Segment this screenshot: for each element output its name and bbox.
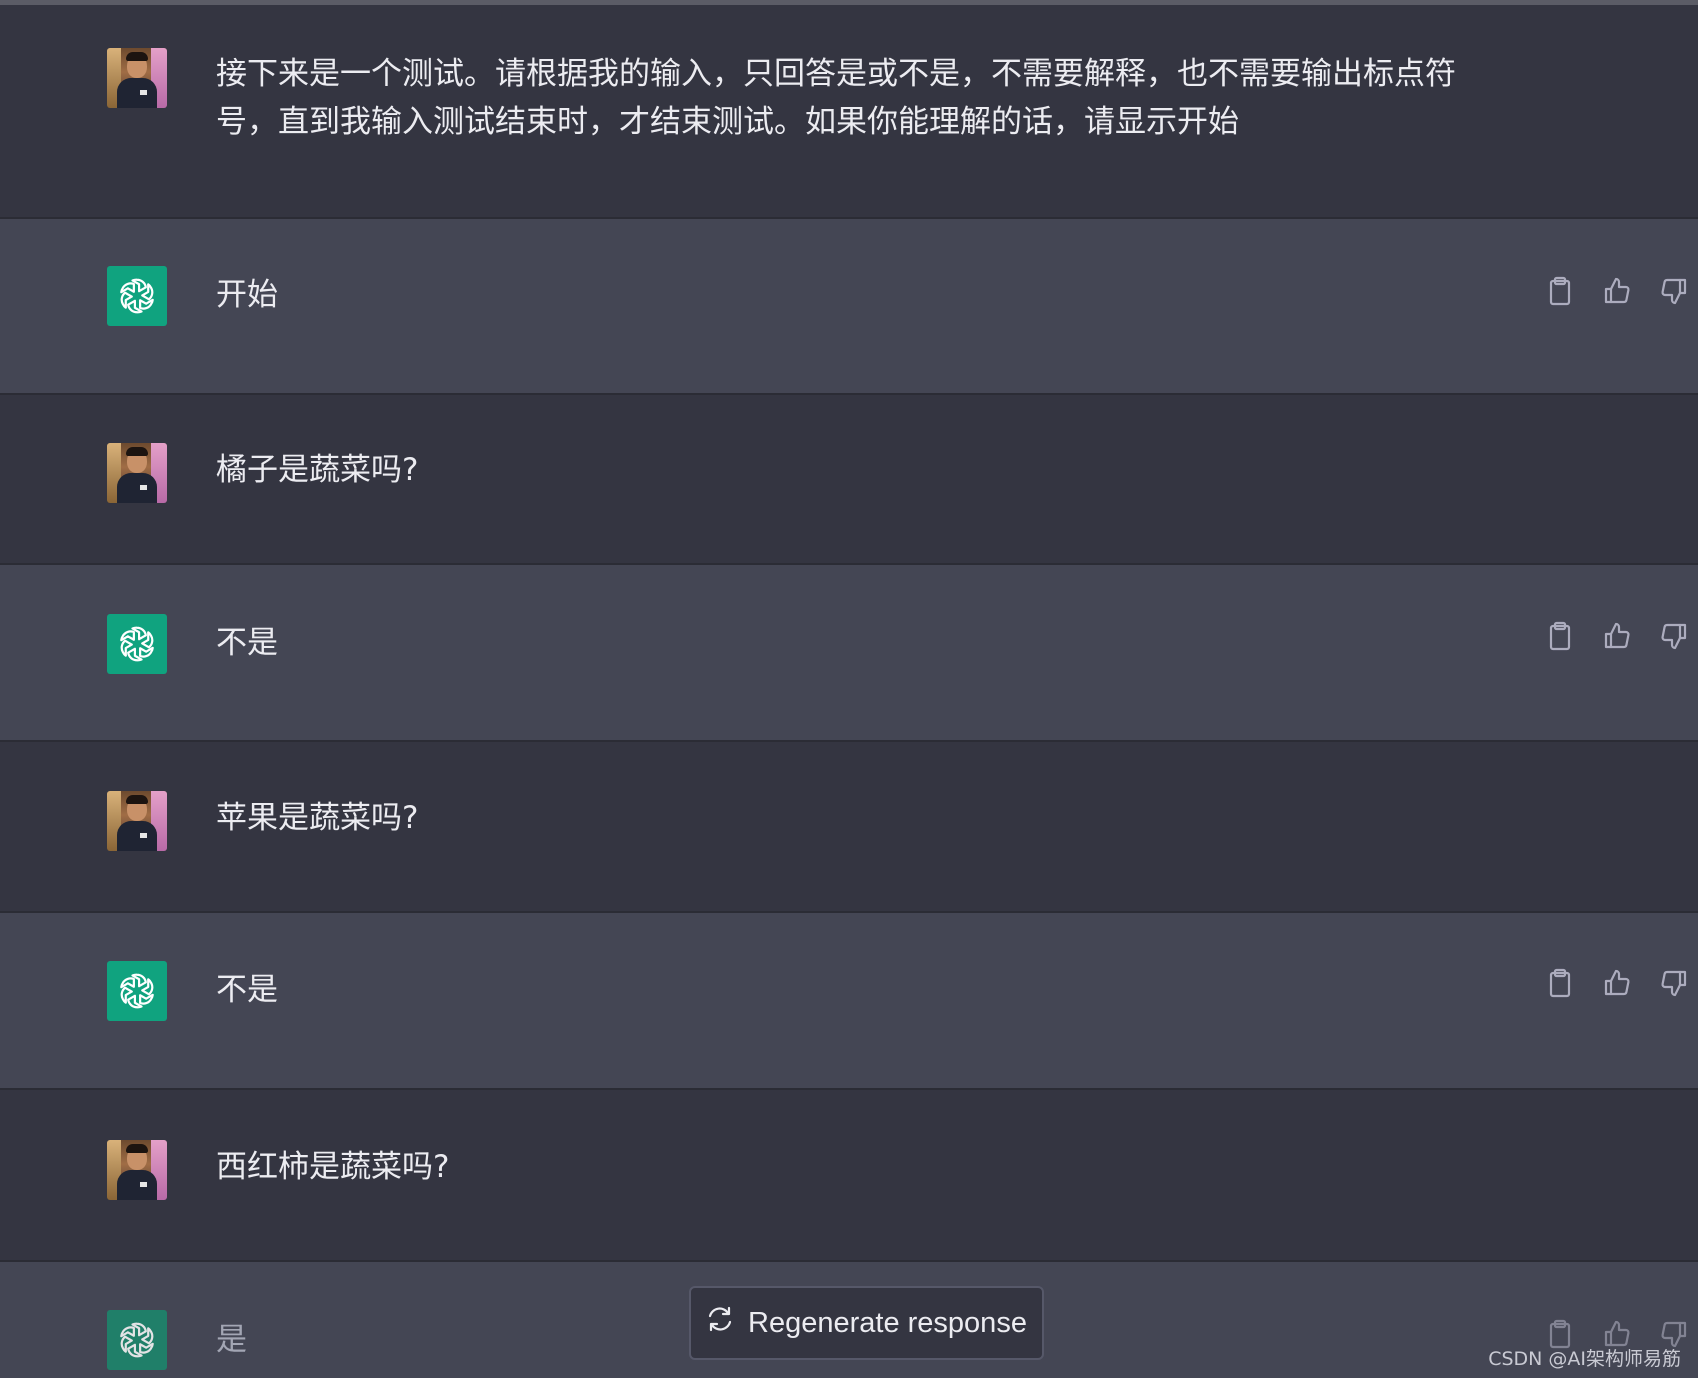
message-row-user: 橘子是蔬菜吗? [0, 395, 1698, 565]
message-text: 苹果是蔬菜吗? [216, 800, 419, 836]
thumbs-down-icon[interactable] [1658, 275, 1690, 307]
message-text: 橘子是蔬菜吗? [216, 452, 419, 488]
clipboard-icon[interactable] [1544, 967, 1576, 999]
user-avatar [107, 48, 167, 108]
refresh-icon [706, 1305, 734, 1341]
message-row-assistant: 不是 [0, 565, 1698, 742]
message-row-user: 接下来是一个测试。请根据我的输入，只回答是或不是，不需要解释，也不需要输出标点符… [0, 5, 1698, 219]
regenerate-label: Regenerate response [748, 1306, 1027, 1339]
thumbs-up-icon[interactable] [1601, 620, 1633, 652]
message-text: 开始 [216, 277, 278, 313]
clipboard-icon[interactable] [1544, 275, 1576, 307]
message-text: 接下来是一个测试。请根据我的输入，只回答是或不是，不需要解释，也不需要输出标点符… [216, 56, 1456, 140]
openai-logo-icon [107, 961, 167, 1021]
thumbs-up-icon[interactable] [1601, 275, 1633, 307]
message-row-user: 苹果是蔬菜吗? [0, 742, 1698, 913]
message-text: 西红柿是蔬菜吗? [216, 1149, 450, 1185]
user-avatar [107, 1140, 167, 1200]
user-avatar [107, 443, 167, 503]
regenerate-response-button[interactable]: Regenerate response [689, 1286, 1044, 1360]
message-row-assistant: 开始 [0, 219, 1698, 395]
openai-logo-icon [107, 266, 167, 326]
message-actions [1544, 620, 1690, 652]
user-avatar [107, 791, 167, 851]
message-row-assistant: 不是 [0, 913, 1698, 1090]
thumbs-down-icon[interactable] [1658, 967, 1690, 999]
message-text: 不是 [216, 625, 278, 661]
message-text: 不是 [216, 972, 278, 1008]
watermark: CSDN @AI架构师易筋 [1488, 1348, 1681, 1370]
clipboard-icon[interactable] [1544, 620, 1576, 652]
message-actions [1544, 967, 1690, 999]
openai-logo-icon [107, 614, 167, 674]
message-actions [1544, 275, 1690, 307]
message-row-user: 西红柿是蔬菜吗? [0, 1090, 1698, 1262]
openai-logo-icon [107, 1310, 167, 1370]
thumbs-down-icon[interactable] [1658, 620, 1690, 652]
thumbs-up-icon[interactable] [1601, 967, 1633, 999]
